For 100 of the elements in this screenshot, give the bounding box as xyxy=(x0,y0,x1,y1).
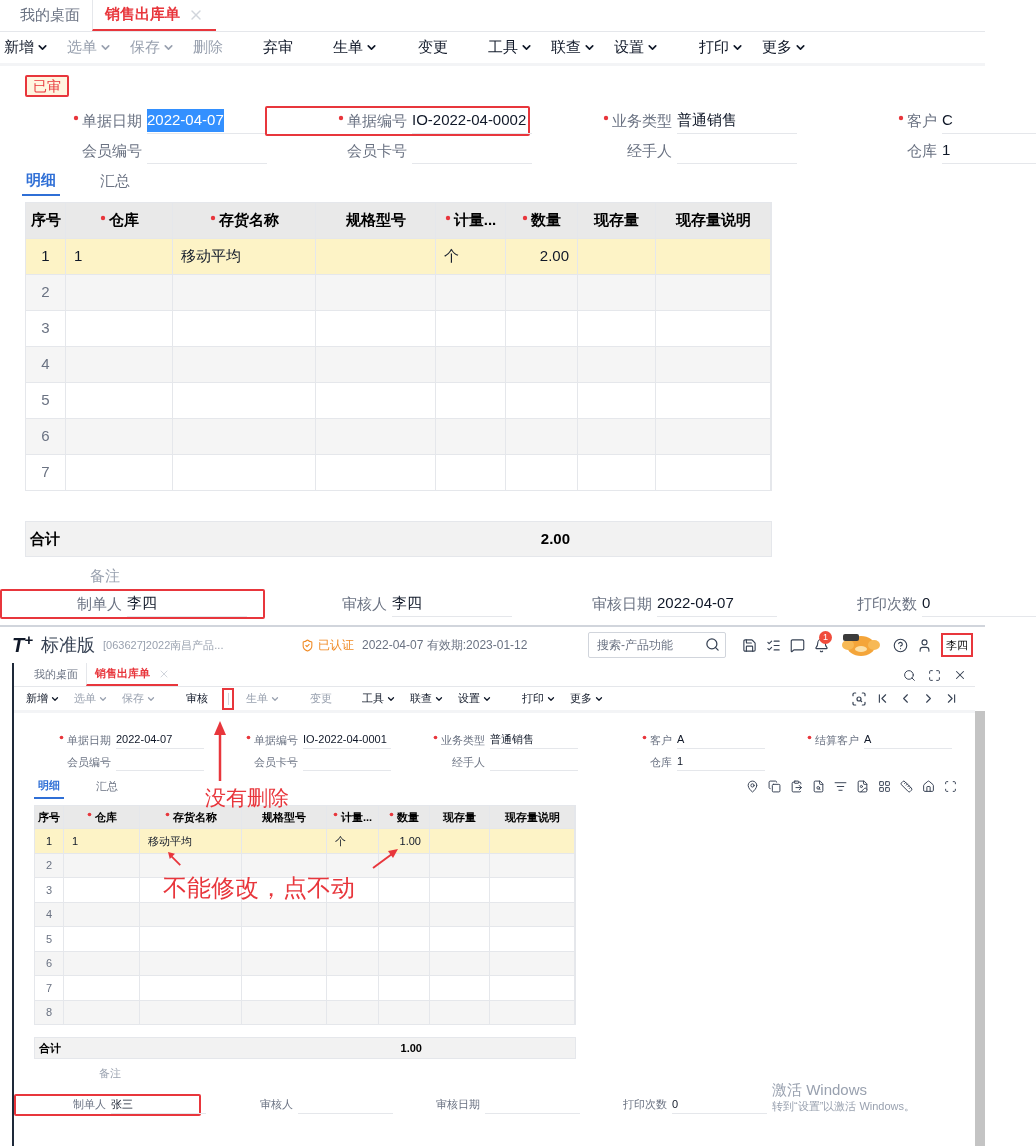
table-cell-text: 1 xyxy=(72,833,79,849)
table-row[interactable]: 3 xyxy=(26,310,771,346)
search-field[interactable]: 搜索-产品功能 xyxy=(588,632,726,658)
table-row[interactable]: 4 xyxy=(26,346,771,382)
table-row[interactable]: 7 xyxy=(35,975,575,1000)
input-field[interactable]: 1 xyxy=(677,753,765,771)
input-field[interactable]: 2022-04-07 xyxy=(657,591,777,617)
table-row[interactable]: 6 xyxy=(35,950,575,975)
table-row[interactable]: 5 xyxy=(35,926,575,951)
toolbar-button[interactable]: 联查 xyxy=(410,690,444,707)
document-icon[interactable] xyxy=(812,779,825,793)
row-number: 6 xyxy=(41,426,50,447)
house-icon[interactable] xyxy=(922,779,935,793)
input-field[interactable]: 0 xyxy=(922,591,1036,617)
table-row[interactable]: 3 不能修改，点不动 xyxy=(35,877,575,902)
table-row[interactable]: 5 xyxy=(26,382,771,418)
field-label: 单据日期 xyxy=(67,732,111,748)
field-label: 单据编号 xyxy=(254,732,298,748)
toolbar-button[interactable]: 打印 xyxy=(522,690,556,707)
message-icon[interactable] xyxy=(790,637,805,653)
toolbar-button[interactable]: 工具 xyxy=(362,690,396,707)
table-row[interactable]: 7 xyxy=(26,454,771,490)
input-field[interactable]: A xyxy=(677,731,765,749)
table-row[interactable]: 1 1 移动平均 个 1.00 xyxy=(35,828,575,853)
tab[interactable]: 销售出库单 xyxy=(92,0,216,31)
input-field[interactable]: 普通销售 xyxy=(677,108,797,134)
tab[interactable]: 汇总 xyxy=(96,166,134,196)
table-row[interactable]: 8 xyxy=(35,999,575,1024)
toolbar-button[interactable]: 新增 xyxy=(4,36,49,59)
table-row[interactable]: 6 xyxy=(26,418,771,454)
toolbar-button[interactable]: 新增 xyxy=(26,690,60,707)
toolbar-button[interactable]: 生单 xyxy=(333,36,378,59)
scan-search-icon[interactable] xyxy=(851,690,867,707)
grid-icon[interactable] xyxy=(878,779,891,793)
table-cell-text: 个 xyxy=(444,246,459,267)
required-icon xyxy=(389,811,394,817)
search-icon[interactable] xyxy=(705,637,720,652)
copy-icon[interactable] xyxy=(768,779,781,793)
toolbar-button[interactable]: 审核 xyxy=(186,690,208,707)
input-field[interactable]: A xyxy=(864,731,952,749)
image-file-icon[interactable] xyxy=(856,779,869,793)
required-icon xyxy=(59,734,64,740)
save-icon[interactable] xyxy=(742,637,757,653)
table-row[interactable]: 2 xyxy=(35,852,575,877)
tab[interactable]: 汇总 xyxy=(92,773,122,799)
close-icon[interactable] xyxy=(953,668,967,682)
paste-icon[interactable] xyxy=(790,779,803,793)
toolbar-button[interactable]: 弃审 xyxy=(263,36,293,59)
search-icon[interactable] xyxy=(903,668,916,682)
input-field[interactable]: 李四 xyxy=(392,591,512,617)
row-number: 5 xyxy=(45,931,53,947)
table-row[interactable]: 1 1 移动平均 个 2.00 xyxy=(26,238,771,274)
tab[interactable]: 明细 xyxy=(22,166,60,196)
toolbar-button[interactable]: 设置 xyxy=(458,690,492,707)
field-label: 结算客户 xyxy=(815,732,859,748)
total-label: 合计 xyxy=(30,529,60,547)
toolbar-button[interactable]: 变更 xyxy=(418,36,448,59)
field-label: 业务类型 xyxy=(612,110,672,131)
tab[interactable]: 我的桌面 xyxy=(8,0,92,31)
field-label: 客户 xyxy=(907,110,937,131)
toolbar-button[interactable]: 更多 xyxy=(570,690,604,707)
required-icon xyxy=(164,811,170,817)
field-label: 会员卡号 xyxy=(254,754,298,770)
field-label: 制单人 xyxy=(77,593,122,614)
table-row[interactable]: 4 xyxy=(35,901,575,926)
toolbar-button[interactable]: 工具 xyxy=(488,36,533,59)
table-row[interactable]: 2 xyxy=(26,274,771,310)
input-field[interactable]: IO-2022-04-0001 xyxy=(303,731,391,749)
checklist-icon[interactable] xyxy=(766,637,781,653)
status-badge: 已审 xyxy=(25,75,69,97)
scrollbar[interactable] xyxy=(975,711,985,1146)
input-field[interactable]: 李四 xyxy=(127,591,247,617)
map-pin-icon[interactable] xyxy=(746,779,759,793)
filter-icon[interactable] xyxy=(834,779,847,793)
field-label: 审核人 xyxy=(260,1097,293,1113)
toolbar-button[interactable]: 联查 xyxy=(551,36,596,59)
tab[interactable]: 销售出库单 xyxy=(86,663,178,686)
tab[interactable]: 明细 xyxy=(34,773,64,799)
tab[interactable]: 我的桌面 xyxy=(26,663,86,686)
input-field[interactable]: C xyxy=(942,108,1036,134)
user-name[interactable]: 李四 xyxy=(941,632,973,658)
field-label: 单据编号 xyxy=(347,110,407,131)
user-icon[interactable] xyxy=(917,637,932,653)
table-cell-text: 1 xyxy=(74,246,83,267)
maximize-icon[interactable] xyxy=(928,668,941,682)
toolbar-button[interactable]: 打印 xyxy=(699,36,744,59)
required-icon xyxy=(338,115,344,121)
input-field[interactable]: 2022-04-07 xyxy=(116,731,204,749)
help-icon[interactable] xyxy=(893,637,908,653)
ruler-icon[interactable] xyxy=(900,779,913,793)
toolbar-button[interactable]: 更多 xyxy=(762,36,807,59)
input-field[interactable]: 0 xyxy=(672,1095,767,1114)
input-field[interactable]: IO-2022-04-0002 xyxy=(412,108,532,134)
toolbar-button[interactable]: 设置 xyxy=(614,36,659,59)
input-field[interactable]: 张三 xyxy=(111,1095,206,1114)
fullscreen-icon[interactable] xyxy=(944,779,957,793)
input-field[interactable]: 普通销售 xyxy=(490,731,578,749)
input-field[interactable]: 1 xyxy=(942,138,1036,164)
field-label: 单据日期 xyxy=(82,110,142,131)
required-icon xyxy=(209,214,216,221)
